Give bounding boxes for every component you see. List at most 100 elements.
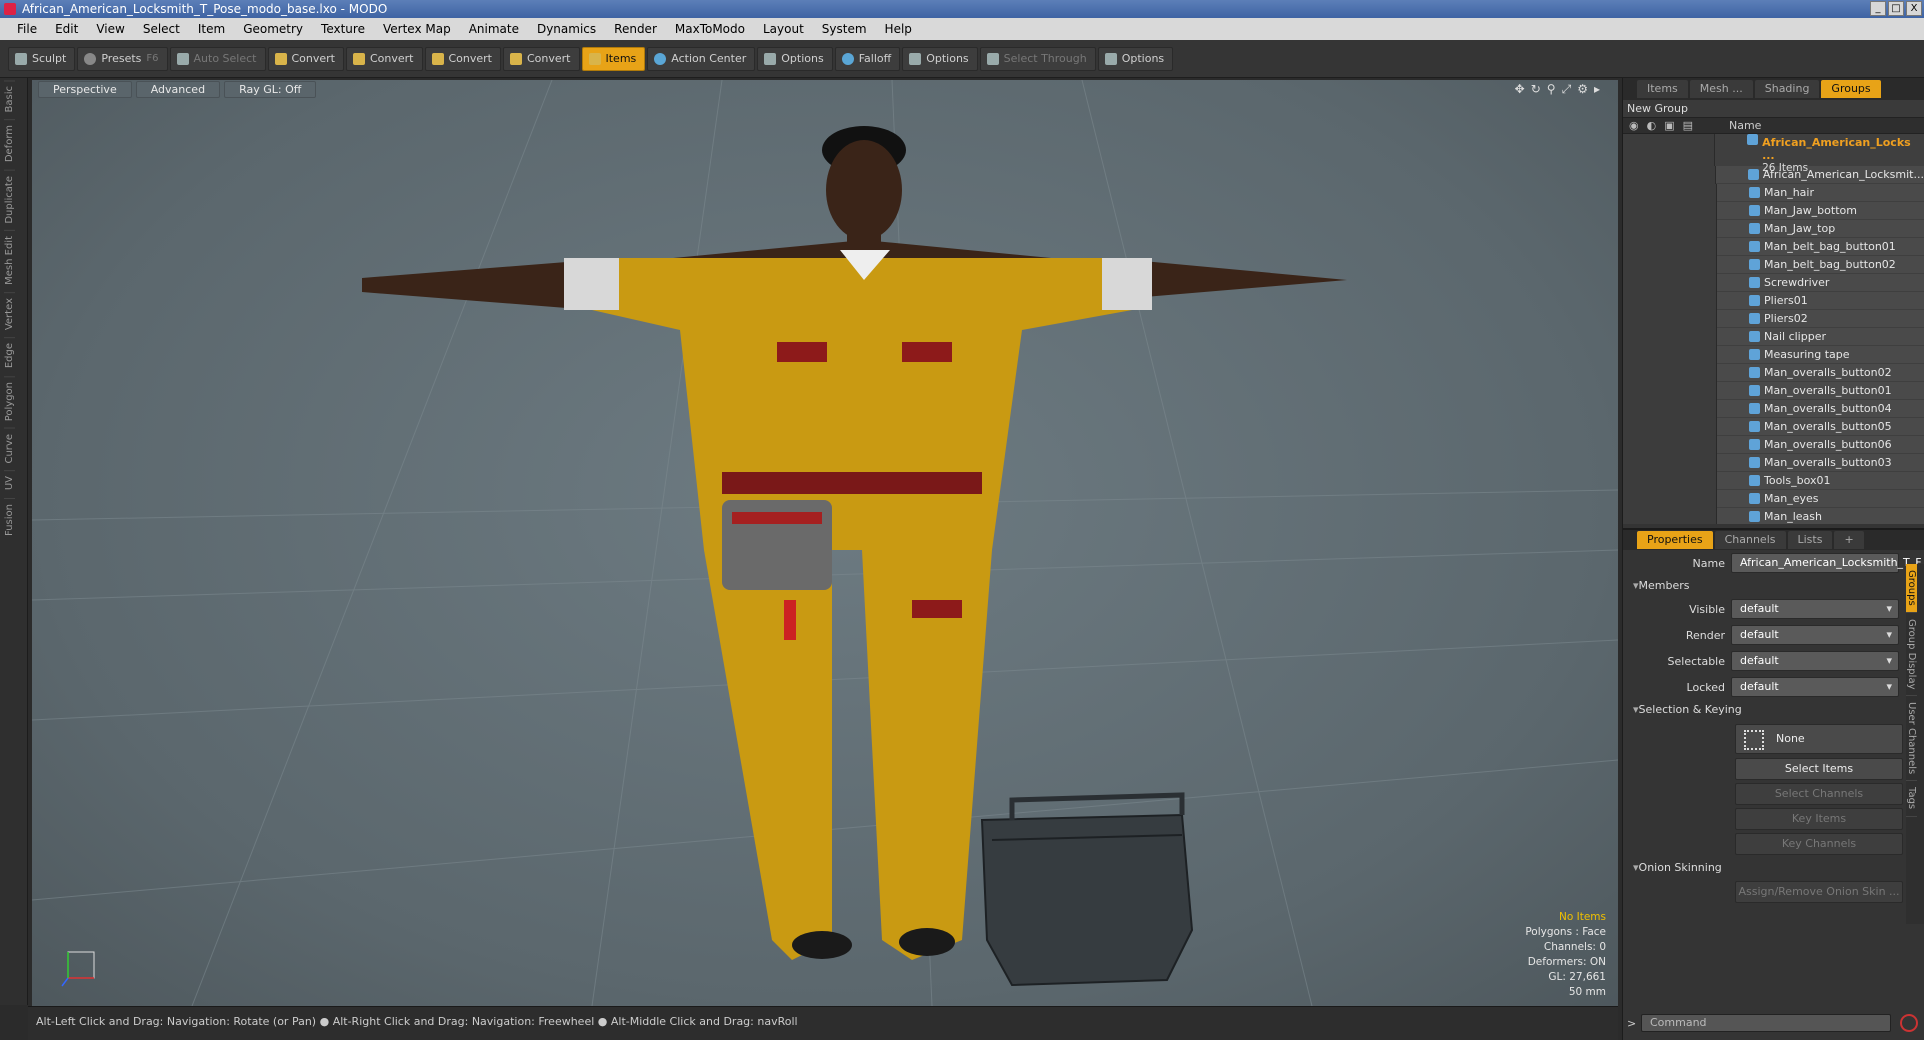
select-through-button[interactable]: Select Through bbox=[979, 46, 1096, 71]
pan-icon[interactable]: ✥ bbox=[1515, 82, 1525, 97]
select-channels-button[interactable]: Select Channels bbox=[1735, 783, 1903, 805]
list-item[interactable]: Nail clipper bbox=[1623, 327, 1924, 346]
eye-icon[interactable]: ◉ bbox=[1629, 119, 1639, 132]
onion-skinning-section[interactable]: Onion Skinning bbox=[1623, 858, 1924, 878]
render-dropdown[interactable]: default bbox=[1731, 625, 1899, 645]
tab-vertex[interactable]: Vertex bbox=[4, 292, 15, 336]
list-item[interactable]: Man_belt_bag_button02 bbox=[1623, 255, 1924, 274]
gear-icon[interactable]: ⚙ bbox=[1577, 82, 1588, 97]
group-row[interactable]: African_American_Locks ... 26 Items bbox=[1623, 134, 1924, 174]
presets-button[interactable]: Presets F6 bbox=[77, 46, 168, 71]
action-center-button[interactable]: Action Center bbox=[647, 46, 756, 71]
list-item[interactable]: Man_overalls_button01 bbox=[1623, 381, 1924, 400]
visible-dropdown[interactable]: default bbox=[1731, 599, 1899, 619]
convert-button-2[interactable]: Convert bbox=[346, 46, 423, 71]
tab-items[interactable]: Items bbox=[1637, 80, 1688, 98]
tab-mesh-edit[interactable]: Mesh Edit bbox=[4, 230, 15, 291]
new-group-button[interactable]: New Group bbox=[1623, 100, 1924, 118]
tab-edge[interactable]: Edge bbox=[4, 337, 15, 374]
expand-arrow-icon[interactable]: ▸ bbox=[1594, 82, 1600, 97]
list-item[interactable]: Man_eyes bbox=[1623, 489, 1924, 508]
falloff-button[interactable]: Falloff bbox=[834, 46, 901, 71]
menu-render[interactable]: Render bbox=[605, 22, 666, 36]
menu-animate[interactable]: Animate bbox=[460, 22, 528, 36]
none-button[interactable]: None bbox=[1735, 724, 1903, 754]
list-item[interactable]: Man_hair bbox=[1623, 183, 1924, 202]
tab-shading[interactable]: Shading bbox=[1754, 80, 1820, 98]
menu-select[interactable]: Select bbox=[134, 22, 189, 36]
tab-groups[interactable]: Groups bbox=[1821, 80, 1881, 98]
members-section[interactable]: Members bbox=[1623, 576, 1924, 596]
list-item[interactable]: Man_belt_bag_button01 bbox=[1623, 237, 1924, 256]
list-item[interactable]: Man_leash bbox=[1623, 507, 1924, 524]
locked-dropdown[interactable]: default bbox=[1731, 677, 1899, 697]
sculpt-button[interactable]: Sculpt bbox=[8, 46, 76, 71]
view-type-dropdown[interactable]: Perspective bbox=[38, 80, 132, 98]
auto-select-button[interactable]: Auto Select bbox=[169, 46, 266, 71]
key-items-button[interactable]: Key Items bbox=[1735, 808, 1903, 830]
menu-maxtomodo[interactable]: MaxToModo bbox=[666, 22, 754, 36]
select-items-button[interactable]: Select Items bbox=[1735, 758, 1903, 780]
options-button-2[interactable]: Options bbox=[902, 46, 978, 71]
list-item[interactable]: Man_overalls_button03 bbox=[1623, 453, 1924, 472]
list-item[interactable]: Pliers01 bbox=[1623, 291, 1924, 310]
tab-lists[interactable]: Lists bbox=[1787, 531, 1833, 549]
tab-mesh[interactable]: Mesh ... bbox=[1689, 80, 1753, 98]
convert-button-4[interactable]: Convert bbox=[503, 46, 580, 71]
maximize-button[interactable]: □ bbox=[1888, 1, 1904, 16]
tab-polygon[interactable]: Polygon bbox=[4, 375, 15, 426]
menu-item[interactable]: Item bbox=[189, 22, 234, 36]
name-column-header[interactable]: Name bbox=[1717, 119, 1761, 132]
options-button-3[interactable]: Options bbox=[1097, 46, 1174, 71]
fit-icon[interactable]: ⤢ bbox=[1562, 82, 1572, 97]
tab-basic[interactable]: Basic bbox=[4, 80, 15, 118]
menu-vertex-map[interactable]: Vertex Map bbox=[374, 22, 460, 36]
lock-icon[interactable]: ▣ bbox=[1664, 119, 1674, 132]
list-item[interactable]: Tools_box01 bbox=[1623, 471, 1924, 490]
tab-uv[interactable]: UV bbox=[4, 470, 15, 496]
convert-button-3[interactable]: Convert bbox=[424, 46, 501, 71]
tab-channels[interactable]: Channels bbox=[1714, 531, 1786, 549]
side-tab-groups[interactable]: Groups bbox=[1906, 564, 1917, 613]
tab-deform[interactable]: Deform bbox=[4, 119, 15, 168]
list-item[interactable]: Man_overalls_button06 bbox=[1623, 435, 1924, 454]
minimize-button[interactable]: _ bbox=[1870, 1, 1886, 16]
list-item[interactable]: Man_Jaw_top bbox=[1623, 219, 1924, 238]
command-input[interactable]: Command bbox=[1641, 1014, 1891, 1032]
menu-layout[interactable]: Layout bbox=[754, 22, 813, 36]
menu-dynamics[interactable]: Dynamics bbox=[528, 22, 605, 36]
list-item[interactable]: Measuring tape bbox=[1623, 345, 1924, 364]
tab-curve[interactable]: Curve bbox=[4, 427, 15, 469]
add-tab-button[interactable]: + bbox=[1834, 531, 1864, 549]
3d-viewport[interactable]: Perspective Advanced Ray GL: Off ✥ ↻ ⚲ ⤢… bbox=[32, 80, 1618, 1006]
tab-duplicate[interactable]: Duplicate bbox=[4, 169, 15, 229]
list-item[interactable]: Pliers02 bbox=[1623, 309, 1924, 328]
convert-button-1[interactable]: Convert bbox=[267, 46, 344, 71]
assign-onion-skin-button[interactable]: Assign/Remove Onion Skin ... bbox=[1735, 881, 1903, 903]
list-item[interactable]: Man_overalls_button02 bbox=[1623, 363, 1924, 382]
menu-texture[interactable]: Texture bbox=[312, 22, 374, 36]
list-item[interactable]: Man_overalls_button04 bbox=[1623, 399, 1924, 418]
menu-geometry[interactable]: Geometry bbox=[234, 22, 312, 36]
record-icon[interactable] bbox=[1900, 1014, 1918, 1032]
side-tab-group-display[interactable]: Group Display bbox=[1906, 613, 1917, 697]
tab-properties[interactable]: Properties bbox=[1637, 531, 1713, 549]
side-tab-user-channels[interactable]: User Channels bbox=[1906, 696, 1917, 782]
zoom-icon[interactable]: ⚲ bbox=[1547, 82, 1556, 97]
menu-edit[interactable]: Edit bbox=[46, 22, 87, 36]
menu-view[interactable]: View bbox=[87, 22, 133, 36]
raygl-toggle[interactable]: Ray GL: Off bbox=[224, 80, 317, 98]
list-item[interactable]: Man_Jaw_bottom bbox=[1623, 201, 1924, 220]
close-button[interactable]: X bbox=[1906, 1, 1922, 16]
key-channels-button[interactable]: Key Channels bbox=[1735, 833, 1903, 855]
menu-system[interactable]: System bbox=[813, 22, 876, 36]
items-mode-button[interactable]: Items bbox=[581, 46, 646, 71]
options-button-1[interactable]: Options bbox=[757, 46, 833, 71]
select-icon[interactable]: ▤ bbox=[1683, 119, 1693, 132]
side-tab-tags[interactable]: Tags bbox=[1906, 781, 1917, 817]
menu-file[interactable]: File bbox=[8, 22, 46, 36]
shading-mode-dropdown[interactable]: Advanced bbox=[135, 80, 221, 98]
tab-fusion[interactable]: Fusion bbox=[4, 497, 15, 541]
list-item[interactable]: African_American_Locksmit... bbox=[1623, 165, 1924, 184]
name-field[interactable]: African_American_Locksmith_T_F bbox=[1731, 553, 1922, 573]
